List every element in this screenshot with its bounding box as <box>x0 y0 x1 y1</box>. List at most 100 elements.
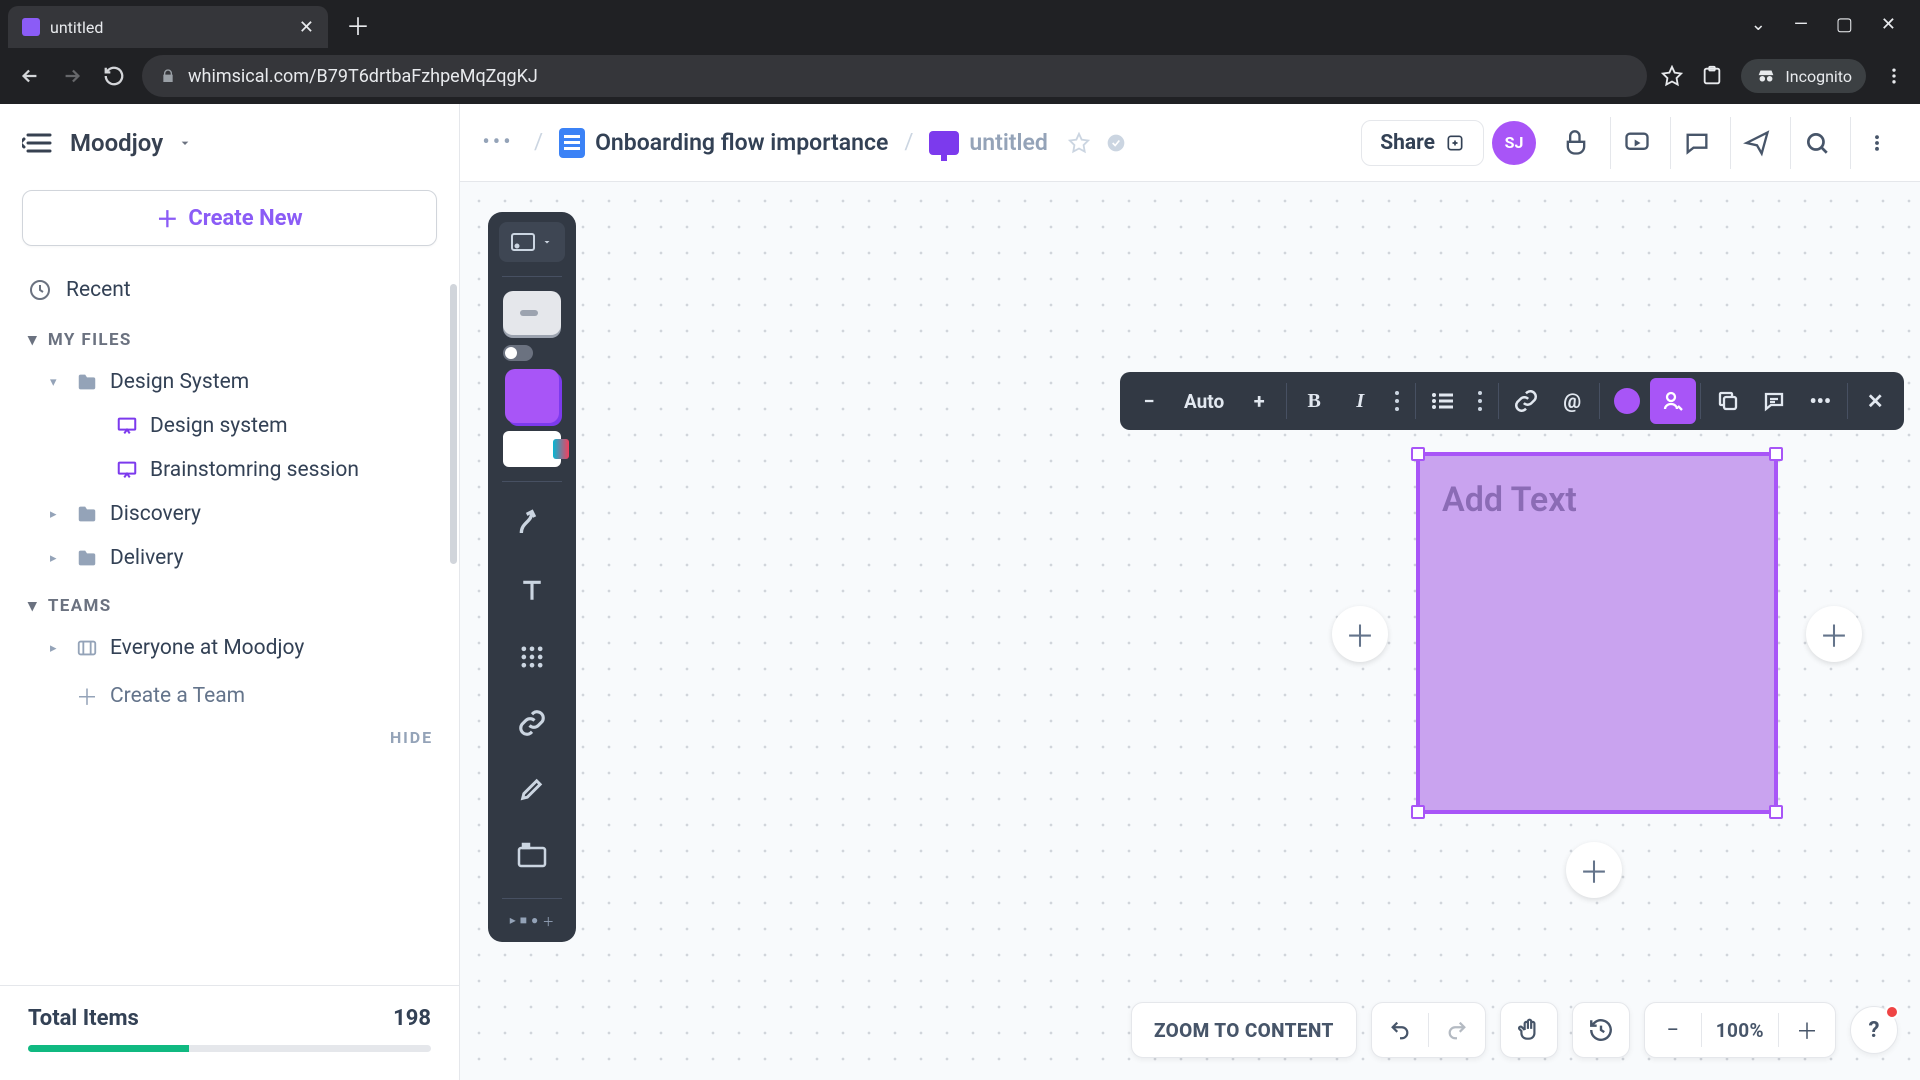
section-my-files-label: MY FILES <box>48 330 132 350</box>
add-right-button[interactable]: ＋ <box>1806 606 1862 662</box>
hide-button[interactable]: HIDE <box>0 722 459 753</box>
mention-button[interactable]: @ <box>1549 378 1595 424</box>
zoom-in-button[interactable]: ＋ <box>1779 1002 1835 1058</box>
highlight-button[interactable] <box>1650 378 1696 424</box>
list-button[interactable] <box>1420 378 1466 424</box>
scrollbar-thumb[interactable] <box>450 284 457 564</box>
browser-menu-icon[interactable] <box>1884 66 1904 86</box>
hand-tool-button[interactable] <box>1501 1002 1557 1058</box>
incognito-badge[interactable]: Incognito <box>1741 59 1866 93</box>
font-size-increase-button[interactable]: + <box>1236 378 1282 424</box>
tool-frame[interactable] <box>502 826 562 884</box>
zoom-out-button[interactable]: − <box>1645 1002 1701 1058</box>
sticky-note[interactable]: Add Text <box>1416 452 1778 814</box>
clock-icon <box>28 278 52 302</box>
add-bottom-button[interactable]: ＋ <box>1566 842 1622 898</box>
reactions-button[interactable] <box>1550 117 1602 169</box>
list-more-button[interactable] <box>1466 378 1494 424</box>
tool-grid[interactable] <box>502 628 562 686</box>
avatar[interactable]: SJ <box>1492 121 1536 165</box>
favorite-star-icon[interactable] <box>1068 132 1090 154</box>
breadcrumb-overflow-button[interactable]: ••• <box>478 123 518 163</box>
sidebar-item-recent[interactable]: Recent <box>0 266 459 314</box>
tool-connector[interactable] <box>502 496 562 554</box>
chevron-down-icon[interactable] <box>177 135 193 151</box>
tab-close-icon[interactable]: ✕ <box>299 17 314 38</box>
lock-icon <box>160 68 176 84</box>
tree-team-everyone[interactable]: ▸ Everyone at Moodjoy <box>0 626 459 670</box>
breadcrumb-parent[interactable]: Onboarding flow importance <box>559 128 888 158</box>
text-more-button[interactable] <box>1383 378 1411 424</box>
resize-handle-tl[interactable] <box>1411 447 1425 461</box>
tool-sticky-note[interactable] <box>505 369 559 423</box>
tool-pencil[interactable] <box>502 760 562 818</box>
sidebar-collapse-button[interactable] <box>22 126 56 160</box>
create-new-button[interactable]: ＋ Create New <box>22 190 437 246</box>
folder-icon <box>76 371 98 393</box>
section-my-files[interactable]: ▾ MY FILES <box>0 314 459 360</box>
window-minimize-icon[interactable]: ― <box>1794 14 1808 35</box>
folder-icon <box>76 547 98 569</box>
search-button[interactable] <box>1790 117 1842 169</box>
close-toolbar-button[interactable]: ✕ <box>1852 378 1898 424</box>
present-button[interactable] <box>1610 117 1662 169</box>
tree-board-design-system[interactable]: Design system <box>0 404 459 448</box>
palette-mode-selector[interactable] <box>499 222 565 262</box>
palette-footer-icon[interactable]: ▸■●＋ <box>502 913 562 930</box>
tree-board-brainstorming[interactable]: Brainstomring session <box>0 448 459 492</box>
nav-forward-button[interactable] <box>58 62 86 90</box>
canvas[interactable]: ▸■●＋ − Auto + B I <box>460 182 1920 1080</box>
color-swatch-button[interactable] <box>1604 378 1650 424</box>
comments-button[interactable] <box>1670 117 1722 169</box>
tool-wireframe[interactable] <box>503 291 561 335</box>
extensions-icon[interactable] <box>1701 65 1723 87</box>
format-more-button[interactable]: ••• <box>1797 378 1843 424</box>
tool-text[interactable] <box>502 562 562 620</box>
resize-handle-br[interactable] <box>1769 805 1783 819</box>
zoom-level[interactable]: 100% <box>1702 1002 1778 1058</box>
triangle-down-icon: ▾ <box>28 596 38 616</box>
send-button[interactable] <box>1730 117 1782 169</box>
nav-reload-button[interactable] <box>100 62 128 90</box>
bookmark-star-icon[interactable] <box>1661 65 1683 87</box>
tool-link[interactable] <box>502 694 562 752</box>
redo-button[interactable] <box>1429 1002 1485 1058</box>
font-size-auto[interactable]: Auto <box>1172 378 1236 424</box>
help-button[interactable]: ? <box>1850 1006 1898 1054</box>
undo-button[interactable] <box>1372 1002 1428 1058</box>
breadcrumb-current[interactable]: untitled <box>929 129 1047 156</box>
resize-handle-tr[interactable] <box>1769 447 1783 461</box>
italic-button[interactable]: I <box>1337 378 1383 424</box>
workspace-row: Moodjoy <box>0 104 459 182</box>
tree-folder-delivery[interactable]: ▸ Delivery <box>0 536 459 580</box>
share-button[interactable]: Share <box>1361 120 1484 166</box>
tree-folder-design-system[interactable]: ▾ Design System <box>0 360 459 404</box>
new-tab-button[interactable]: ＋ <box>346 7 370 42</box>
tree-label: Everyone at Moodjoy <box>110 636 304 660</box>
add-left-button[interactable]: ＋ <box>1332 606 1388 662</box>
section-teams[interactable]: ▾ TEAMS <box>0 580 459 626</box>
zoom-to-content-button[interactable]: ZOOM TO CONTENT <box>1132 1002 1356 1058</box>
triangle-right-icon: ▸ <box>50 551 64 566</box>
font-size-decrease-button[interactable]: − <box>1126 378 1172 424</box>
sidebar-scrollbar[interactable] <box>449 284 459 950</box>
folder-icon <box>76 503 98 525</box>
nav-back-button[interactable] <box>16 62 44 90</box>
bold-button[interactable]: B <box>1291 378 1337 424</box>
pan-group <box>1500 1002 1558 1058</box>
more-menu-button[interactable] <box>1850 117 1902 169</box>
duplicate-button[interactable] <box>1705 378 1751 424</box>
tab-overflow-icon[interactable]: ⌄ <box>1751 14 1766 35</box>
window-close-icon[interactable]: ✕ <box>1881 14 1896 35</box>
comment-button[interactable] <box>1751 378 1797 424</box>
browser-tab[interactable]: untitled ✕ <box>8 6 328 48</box>
window-maximize-icon[interactable]: ▢ <box>1836 14 1853 35</box>
create-team-button[interactable]: ＋ Create a Team <box>0 670 459 722</box>
workspace-name[interactable]: Moodjoy <box>70 129 163 157</box>
tree-folder-discovery[interactable]: ▸ Discovery <box>0 492 459 536</box>
tool-card[interactable] <box>503 431 561 467</box>
url-field[interactable]: whimsical.com/B79T6drtbaFzhpeMqZqgKJ <box>142 55 1647 97</box>
resize-handle-bl[interactable] <box>1411 805 1425 819</box>
version-history-button[interactable] <box>1573 1002 1629 1058</box>
link-button[interactable] <box>1503 378 1549 424</box>
